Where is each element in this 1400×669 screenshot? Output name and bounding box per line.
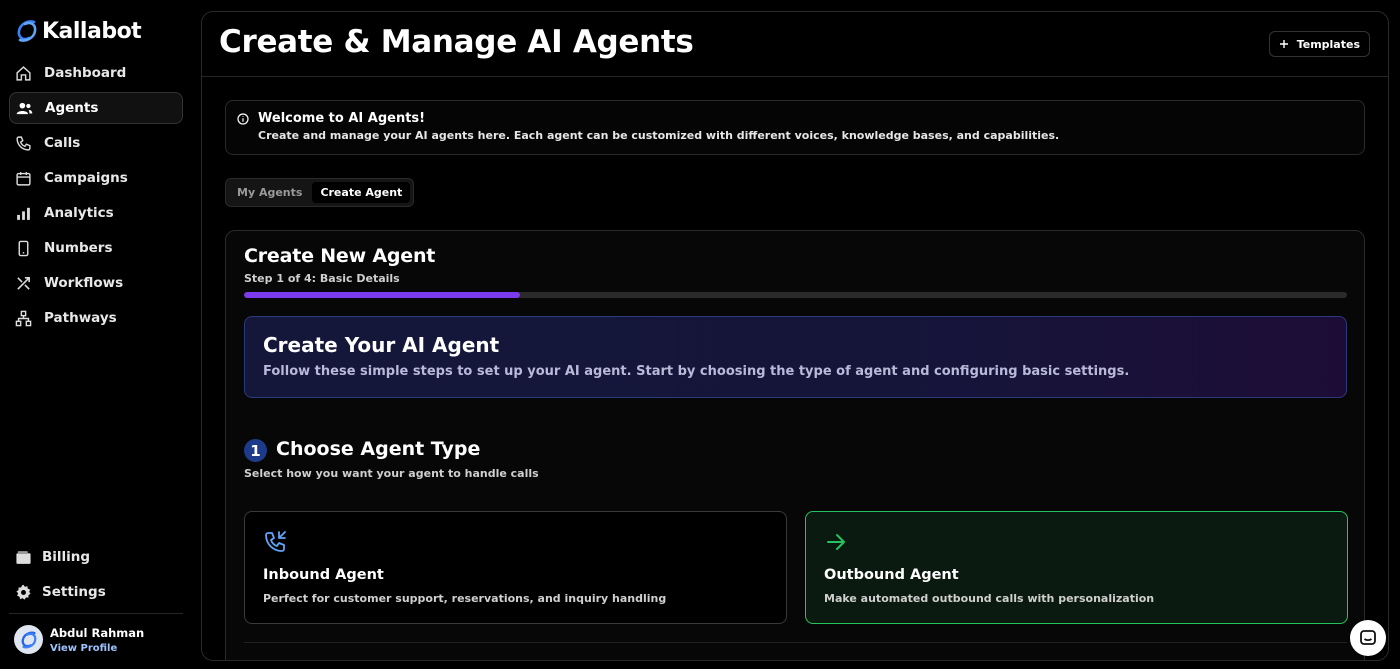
tab-my-agents[interactable]: My Agents [229,182,310,203]
agent-tabs: My Agents Create Agent [225,178,415,207]
option-title: Inbound Agent [263,567,384,583]
phone-incoming-icon [265,531,286,552]
sidebar-item-workflows[interactable]: Workflows [9,267,183,299]
sidebar-item-agents[interactable]: Agents [9,92,183,124]
phone-icon [16,135,31,151]
step-indicator: Step 1 of 4: Basic Details [244,272,400,285]
sidebar-item-label: Calls [44,135,81,151]
sidebar-item-label: Billing [42,549,91,565]
banner-description: Follow these simple steps to set up your… [263,364,1130,379]
sidebar-item-pathways[interactable]: Pathways [9,302,183,334]
arrow-right-icon [827,534,845,550]
welcome-description: Create and manage your AI agents here. E… [258,129,1060,142]
tools-icon [17,276,30,290]
user-profile[interactable]: Abdul Rahman View Profile [14,625,144,654]
sidebar-divider [9,613,183,614]
intro-banner: Create Your AI Agent Follow these simple… [244,316,1347,398]
profile-name: Abdul Rahman [50,625,145,640]
card-title: Create New Agent [244,245,436,267]
sidebar-item-label: Workflows [44,275,124,291]
kallabot-logo-icon [17,20,37,42]
sidebar-item-label: Analytics [44,205,114,221]
tab-create-agent[interactable]: Create Agent [312,182,411,203]
sidebar-item-label: Campaigns [44,170,128,186]
outbound-agent-option[interactable]: Outbound Agent Make automated outbound c… [805,511,1348,624]
page-title: Create & Manage AI Agents [219,24,694,60]
progress-bar [244,292,1347,298]
plus-icon [1279,40,1288,48]
avatar-logo-icon [21,631,36,648]
avatar [14,625,43,654]
sidebar-item-label: Agents [45,100,99,116]
welcome-alert: Welcome to AI Agents! Create and manage … [225,100,1365,155]
create-agent-card: Create New Agent Step 1 of 4: Basic Deta… [225,230,1365,660]
templates-label: Templates [1296,37,1360,51]
bar-chart-icon [17,207,30,220]
banner-title: Create Your AI Agent [263,333,500,357]
sidebar-bottom-nav: Billing Settings [9,541,183,611]
sidebar-item-label: Numbers [44,240,113,256]
sidebar-item-billing[interactable]: Billing [9,541,183,573]
chat-widget-button[interactable] [1350,620,1386,656]
progress-fill [244,292,520,298]
sidebar: Kallabot Dashboard Agents Calls Campaign… [0,0,192,669]
sidebar-item-campaigns[interactable]: Campaigns [9,162,183,194]
templates-button[interactable]: Templates [1268,31,1370,57]
brand-logo[interactable]: Kallabot [14,18,142,44]
sidebar-item-dashboard[interactable]: Dashboard [9,57,183,89]
network-icon [15,310,32,326]
chat-icon [1360,630,1376,645]
sidebar-item-settings[interactable]: Settings [9,576,183,608]
option-title: Outbound Agent [824,567,959,583]
sidebar-item-label: Settings [42,584,106,600]
option-description: Perfect for customer support, reservatio… [263,592,667,605]
sidebar-item-analytics[interactable]: Analytics [9,197,183,229]
page-header: Create & Manage AI Agents Templates [202,12,1388,77]
step-title: Choose Agent Type [276,438,481,460]
gear-icon [16,584,31,600]
sidebar-item-label: Pathways [44,310,117,326]
brand-name: Kallabot [42,18,142,44]
main-panel: Create & Manage AI Agents Templates Welc… [201,11,1389,661]
smartphone-icon [18,240,29,256]
sidebar-item-calls[interactable]: Calls [9,127,183,159]
home-icon [16,65,31,81]
sidebar-item-label: Dashboard [44,65,127,81]
view-profile-link[interactable]: View Profile [50,643,144,654]
inbound-agent-option[interactable]: Inbound Agent Perfect for customer suppo… [244,511,787,624]
option-description: Make automated outbound calls with perso… [824,592,1155,605]
wallet-icon [16,550,31,564]
sidebar-item-numbers[interactable]: Numbers [9,232,183,264]
step-number-badge: 1 [244,439,267,462]
calendar-icon [16,171,31,186]
welcome-title: Welcome to AI Agents! [258,111,426,126]
step-subtitle: Select how you want your agent to handle… [244,467,539,480]
users-icon [16,102,33,114]
card-divider [244,642,1347,643]
info-icon [237,113,249,125]
sidebar-nav: Dashboard Agents Calls Campaigns Analyti… [9,57,183,337]
